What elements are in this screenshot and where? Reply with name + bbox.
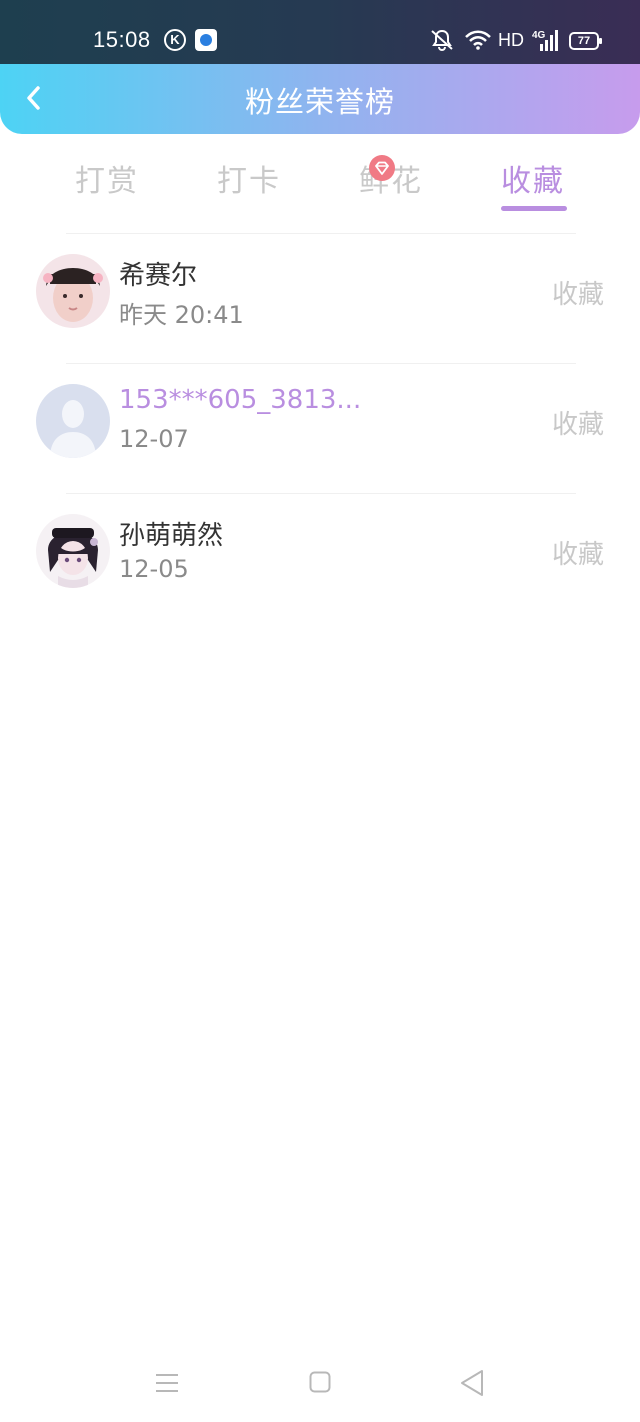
fan-date: 12-05	[119, 555, 189, 583]
fan-name: 153***605_3813...	[119, 385, 362, 415]
fan-date: 12-07	[119, 425, 189, 453]
tab-bar: 打赏 打卡 鲜花 收藏	[0, 134, 640, 218]
fan-list: 希赛尔 昨天 20:41 收藏 153***605_3813... 12-07 …	[0, 233, 640, 623]
network-hd-label: HD	[498, 30, 524, 50]
active-tab-indicator	[501, 206, 567, 211]
page-title: 粉丝荣誉榜	[244, 85, 395, 119]
signal-icon: 4G	[532, 30, 558, 51]
divider	[66, 233, 576, 234]
k-app-icon: K	[164, 29, 186, 51]
user-avatar[interactable]	[36, 254, 110, 328]
favorite-action-label: 收藏	[551, 280, 604, 310]
fan-name: 希赛尔	[119, 261, 198, 291]
svg-text:4G: 4G	[532, 30, 546, 41]
menu-icon[interactable]	[155, 1372, 179, 1394]
tab-reward[interactable]: 打赏	[36, 156, 178, 200]
header-bar: 粉丝荣誉榜	[0, 64, 640, 134]
system-nav-bar	[0, 1350, 640, 1422]
user-avatar[interactable]	[36, 514, 110, 588]
fan-date: 昨天 20:41	[119, 301, 244, 329]
favorite-action-label: 收藏	[551, 410, 604, 440]
divider	[66, 493, 576, 494]
vip-diamond-icon	[369, 155, 395, 181]
fan-list-item[interactable]: 希赛尔 昨天 20:41 收藏	[0, 233, 640, 363]
app-notification-icon	[195, 29, 217, 51]
status-time: 15:08	[93, 27, 151, 52]
back-triangle-icon[interactable]	[459, 1369, 485, 1397]
tab-favorites[interactable]: 收藏	[462, 156, 604, 200]
fan-name: 孙萌萌然	[119, 521, 224, 551]
fan-list-item[interactable]: 153***605_3813... 12-07 收藏	[0, 363, 640, 493]
battery-indicator: 77	[569, 32, 602, 50]
wifi-icon	[465, 30, 491, 50]
fan-list-item[interactable]: 孙萌萌然 12-05 收藏	[0, 493, 640, 623]
divider	[66, 363, 576, 364]
mute-bell-icon	[431, 29, 453, 52]
default-avatar-icon[interactable]	[36, 384, 110, 458]
home-square-icon[interactable]	[309, 1371, 331, 1393]
tab-checkin[interactable]: 打卡	[178, 156, 320, 200]
favorite-action-label: 收藏	[551, 540, 604, 570]
